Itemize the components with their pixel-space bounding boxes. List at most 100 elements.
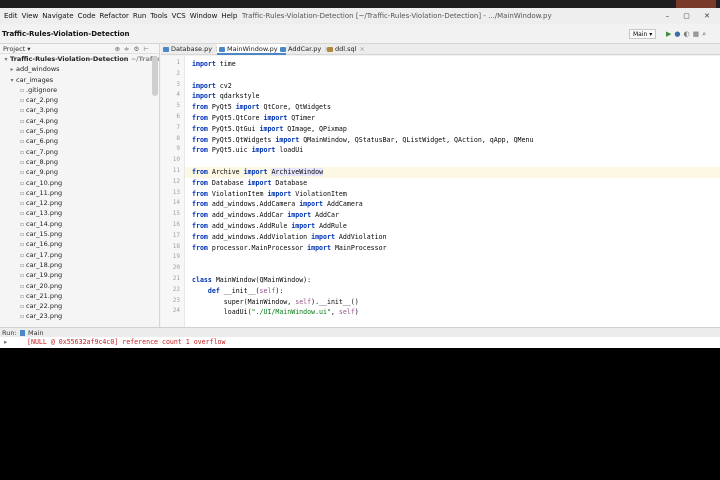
tree-file[interactable]: ▫ car_3.png (0, 105, 159, 115)
run-configuration-select[interactable]: Main ▾ (629, 29, 657, 39)
debug-icon[interactable]: ● (674, 30, 683, 38)
code-line[interactable]: class MainWindow(QMainWindow): (192, 275, 311, 286)
tree-file[interactable]: ▫ car_18.png (0, 260, 159, 270)
stop-icon[interactable]: ■ (693, 30, 703, 38)
project-panel-icons[interactable]: ⊕≑⚙⊢ (115, 44, 153, 54)
tree-file[interactable]: ▫ car_20.png (0, 281, 159, 291)
os-tray-area (676, 0, 716, 8)
code-line[interactable]: from add_windows.AddRule import AddRule (192, 221, 347, 232)
collapse-icon[interactable]: ≑ (124, 45, 133, 53)
tree-item-label: car_9.png (26, 168, 59, 177)
code-line[interactable]: import cv2 (192, 81, 232, 92)
code-line[interactable]: from PyQt5.uic import loadUi (192, 145, 303, 156)
editor-tabs: Database.py×MainWindow.py×AddCar.py×ddl.… (161, 44, 720, 55)
code-line[interactable]: from Archive import ArchiveWindow (192, 167, 324, 178)
code-line[interactable]: def __init__(self): (192, 286, 283, 297)
tree-file[interactable]: ▫ car_23.png (0, 311, 159, 321)
tab-addcar-py[interactable]: AddCar.py× (278, 44, 330, 55)
navigation-bar: Traffic-Rules-Violation-Detection Main ▾… (0, 24, 720, 44)
menu-run[interactable]: Run (131, 8, 148, 24)
tab-database-py[interactable]: Database.py× (161, 44, 221, 55)
tree-item-label: car_10.png (26, 178, 63, 187)
code-line[interactable]: from PyQt5.QtCore import QTimer (192, 113, 315, 124)
run-console[interactable]: ▸ [NULL @ 0x55632af9c4c0] reference coun… (0, 337, 720, 348)
sql-file-icon (327, 47, 333, 52)
breadcrumb[interactable]: Traffic-Rules-Violation-Detection (2, 24, 130, 44)
tree-file[interactable]: ▫ car_7.png (0, 147, 159, 157)
code-line[interactable]: loadUi("./UI/MainWindow.ui", self) (192, 307, 359, 318)
menu-vcs[interactable]: VCS (170, 8, 188, 24)
tree-item-label: car_16.png (26, 240, 63, 249)
tree-file[interactable]: ▫ .gitignore (0, 85, 159, 95)
code-line[interactable]: from add_windows.AddCamera import AddCam… (192, 199, 363, 210)
menu-edit[interactable]: Edit (2, 8, 20, 24)
code-line[interactable]: from add_windows.AddCar import AddCar (192, 210, 339, 221)
tree-file[interactable]: ▫ car_10.png (0, 178, 159, 188)
line-number: 10 (172, 156, 180, 164)
code-line[interactable]: from PyQt5.QtGui import QImage, QPixmap (192, 124, 347, 135)
tree-file[interactable]: ▫ car_13.png (0, 208, 159, 218)
code-editor[interactable]: 1 2 3 4 5 6 7 8 9 10 11 12 13 14 15 16 17 18 19 20 21 22 23 24 … (161, 56, 720, 327)
menu-navigate[interactable]: Navigate (40, 8, 75, 24)
tree-file[interactable]: ▫ car_6.png (0, 136, 159, 146)
code-line[interactable]: import time (192, 59, 236, 70)
project-scrollbar[interactable] (152, 56, 158, 96)
tree-file[interactable]: ▫ car_22.png (0, 301, 159, 311)
tree-file[interactable]: ▫ car_16.png (0, 239, 159, 249)
coverage-icon[interactable]: ◐ (684, 30, 693, 38)
close-icon[interactable]: × (359, 45, 364, 53)
hide-icon[interactable]: ⊢ (143, 45, 153, 53)
line-number: 13 (172, 188, 180, 196)
tree-file[interactable]: ▫ car_17.png (0, 250, 159, 260)
os-top-bar (0, 0, 720, 8)
code-line[interactable]: from ViolationItem import ViolationItem (192, 189, 347, 200)
tree-file[interactable]: ▫ car_11.png (0, 188, 159, 198)
tree-file[interactable]: ▫ car_12.png (0, 198, 159, 208)
code-line[interactable]: import qdarkstyle (192, 91, 260, 102)
tree-root-project[interactable]: ▾ Traffic-Rules-Violation-Detection ~/Tra… (0, 54, 159, 64)
tree-item-label: car_19.png (26, 271, 63, 280)
tree-file[interactable]: ▫ car_4.png (0, 116, 159, 126)
tree-item-label: car_images (16, 75, 54, 84)
menu-list: Edit View Navigate Code Refactor Run Tools VCS W… (2, 8, 239, 24)
menu-refactor[interactable]: Refactor (98, 8, 131, 24)
tree-folder-add-windows[interactable]: ▸ add_windows (0, 64, 159, 74)
tree-item-label: car_14.png (26, 219, 63, 228)
menu-tools[interactable]: Tools (148, 8, 169, 24)
tab-mainwindow-py[interactable]: MainWindow.py× (217, 44, 287, 55)
gear-icon[interactable]: ⚙ (134, 45, 144, 53)
line-number: 24 (172, 307, 180, 315)
locate-icon[interactable]: ⊕ (115, 45, 124, 53)
run-toolbar-icons[interactable]: ▶●◐■⌕ (666, 24, 709, 44)
menu-view[interactable]: View (20, 8, 41, 24)
tree-file[interactable]: ▫ car_19.png (0, 270, 159, 280)
console-rerun-icon[interactable]: ▸ (4, 337, 7, 348)
tree-file[interactable]: ▫ car_9.png (0, 167, 159, 177)
code-line[interactable]: super(MainWindow, self).__init__() (192, 297, 359, 308)
code-line[interactable]: from processor.MainProcessor import Main… (192, 243, 387, 254)
menu-help[interactable]: Help (219, 8, 239, 24)
tree-file[interactable]: ▫ car_8.png (0, 157, 159, 167)
tree-file[interactable]: ▫ car_14.png (0, 219, 159, 229)
window-controls[interactable]: – ▢ ✕ (666, 8, 716, 24)
code-line[interactable]: from Database import Database (192, 178, 307, 189)
tree-file[interactable]: ▫ car_21.png (0, 291, 159, 301)
code-line[interactable]: from PyQt5 import QtCore, QtWidgets (192, 102, 331, 113)
code-line[interactable]: from add_windows.AddViolation import Add… (192, 232, 387, 243)
tab-ddl-sql[interactable]: ddl.sql × (325, 44, 365, 55)
tree-item-label: car_23.png (26, 312, 63, 321)
tree-file[interactable]: ▫ car_2.png (0, 95, 159, 105)
project-view-select[interactable]: Project ▾ (3, 45, 31, 53)
line-number: 2 (176, 69, 180, 77)
tree-file[interactable]: ▫ car_15.png (0, 229, 159, 239)
search-icon[interactable]: ⌕ (702, 30, 709, 38)
tab-label: Database.py (171, 45, 213, 53)
tree-item-label: .gitignore (26, 85, 58, 94)
code-line[interactable]: from PyQt5.QtWidgets import QMainWindow,… (192, 135, 533, 146)
tree-item-label: car_11.png (26, 188, 63, 197)
menu-code[interactable]: Code (76, 8, 98, 24)
line-number: 23 (172, 296, 180, 304)
menu-window[interactable]: Window (188, 8, 220, 24)
tree-file[interactable]: ▫ car_5.png (0, 126, 159, 136)
tree-folder-car-images[interactable]: ▾ car_images (0, 75, 159, 85)
